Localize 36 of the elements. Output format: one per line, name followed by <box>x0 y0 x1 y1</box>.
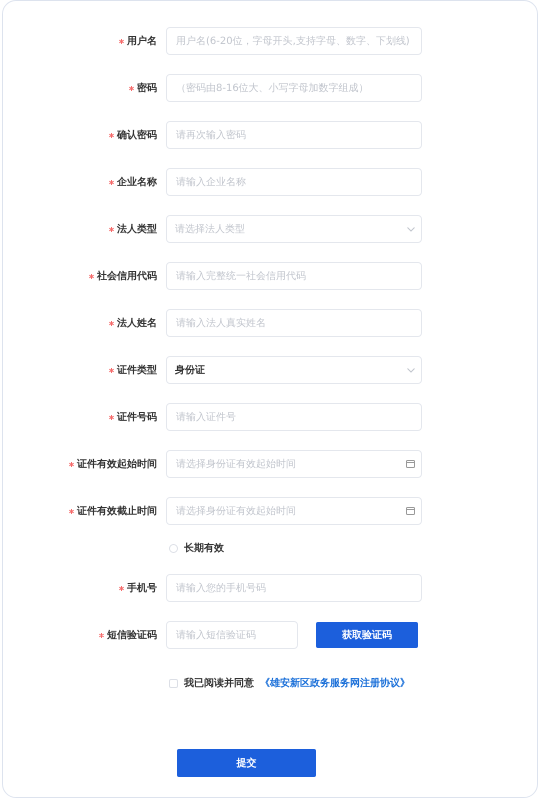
input-field[interactable]: 请再次输入密码 <box>166 121 422 149</box>
field-label: 密码 <box>137 82 157 95</box>
field-label: 法人姓名 <box>117 316 157 330</box>
input-field[interactable]: 请输入短信验证码 <box>166 621 298 649</box>
field-label: 证件号码 <box>117 410 157 424</box>
field-label: 用户名 <box>127 34 157 48</box>
input-field[interactable]: 请输入企业名称 <box>166 168 422 196</box>
field-label: 短信验证码 <box>107 628 157 642</box>
agreement-text: 我已阅读并同意 <box>184 676 254 690</box>
date-field[interactable]: 请选择身份证有效起始时间 <box>166 497 422 525</box>
field-label: 证件有效起始时间 <box>77 458 157 471</box>
select-field[interactable]: 身份证 <box>166 356 422 384</box>
input-field[interactable]: 请输入证件号 <box>166 403 422 431</box>
input-field[interactable]: 请输入法人真实姓名 <box>166 309 422 337</box>
field-label: 法人类型 <box>117 222 157 236</box>
agreement-link[interactable]: 《雄安新区政务服务网注册协议》 <box>260 676 410 690</box>
field-label: 确认密码 <box>117 128 157 142</box>
radio-button[interactable] <box>169 544 178 552</box>
field-label: 手机号 <box>127 582 157 595</box>
field-label: 企业名称 <box>117 176 157 189</box>
calendar-icon <box>406 507 415 515</box>
input-field[interactable]: 请输入您的手机号码 <box>166 574 422 602</box>
date-field[interactable]: 请选择身份证有效起始时间 <box>166 450 422 478</box>
calendar-icon <box>406 460 415 468</box>
input-field[interactable]: 用户名(6-20位，字母开头,支持字母、数字、下划线) <box>166 27 422 55</box>
chevron-down-icon <box>407 368 415 372</box>
input-field[interactable]: （密码由8-16位大、小写字母加数字组成） <box>166 74 422 102</box>
input-field[interactable]: 请输入完整统一社会信用代码 <box>166 262 422 290</box>
get-code-button[interactable]: 获取验证码 <box>316 622 418 648</box>
field-label: 证件有效截止时间 <box>77 504 157 518</box>
submit-button[interactable]: 提交 <box>177 749 316 777</box>
field-label: 社会信用代码 <box>97 270 157 283</box>
radio-label: 长期有效 <box>184 542 224 555</box>
chevron-down-icon <box>407 226 415 232</box>
field-label: 证件类型 <box>117 364 157 377</box>
agreement-checkbox[interactable] <box>169 678 178 688</box>
